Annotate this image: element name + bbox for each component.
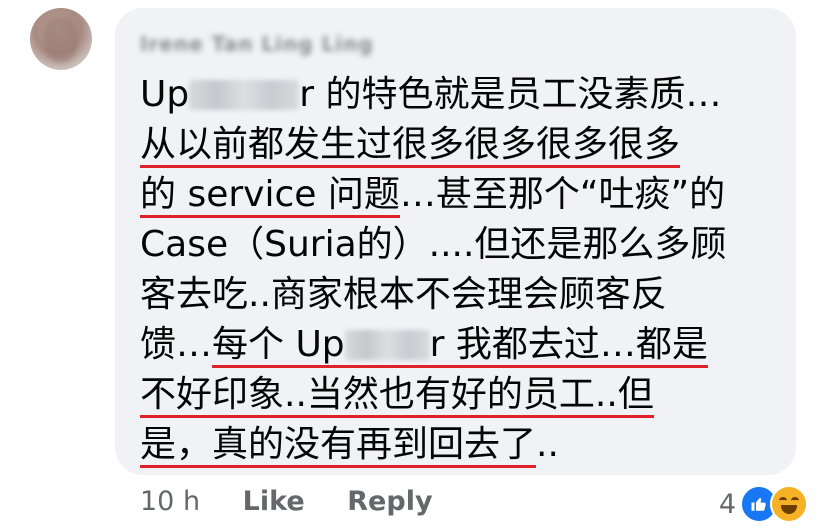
redacted-name bbox=[189, 80, 300, 110]
text-fragment: …甚至那个“吐痰”的 bbox=[399, 174, 726, 215]
text-fragment: r 我都去过…都是 bbox=[429, 324, 708, 365]
comment-actions: 10 h Like Reply bbox=[140, 486, 467, 526]
comment-line: 是，真的没有再到回去了.. bbox=[140, 420, 790, 470]
comment-line: 不好印象..当然也有好的员工..但 bbox=[140, 370, 790, 420]
text-fragment: Up bbox=[140, 74, 190, 115]
thumbs-up-icon bbox=[751, 498, 766, 511]
reply-button[interactable]: Reply bbox=[347, 486, 432, 517]
like-button[interactable]: Like bbox=[243, 486, 305, 517]
comment-line: 从以前都发生过很多很多很多很多 bbox=[140, 120, 790, 170]
comment-author[interactable]: Irene Tan Ling Ling bbox=[140, 32, 440, 58]
haha-icon bbox=[770, 485, 808, 523]
text-fragment: 每个 Up bbox=[212, 324, 345, 365]
comment-text: Up r 的特色就是员工没素质… 从以前都发生过很多很多很多很多 的 servic… bbox=[140, 70, 790, 470]
comment-line: Up r 的特色就是员工没素质… bbox=[140, 70, 790, 120]
text-fragment: 馈… bbox=[140, 324, 213, 365]
comment-line: 的 service 问题…甚至那个“吐痰”的 bbox=[140, 170, 790, 220]
text-fragment: 客去吃..商家根本不会理会顾客反 bbox=[140, 274, 667, 315]
commenter-avatar[interactable] bbox=[30, 8, 92, 70]
haha-eye bbox=[791, 497, 799, 504]
underlined-text: 每个 Up r 我都去过…都是 bbox=[212, 324, 708, 368]
underlined-text: 是，真的没有再到回去了 bbox=[140, 424, 537, 468]
underlined-text: 的 service 问题 bbox=[140, 174, 400, 218]
timestamp-link[interactable]: 10 h bbox=[140, 486, 200, 517]
comment-line: 客去吃..商家根本不会理会顾客反 bbox=[140, 270, 790, 320]
comment-line: Case（Suria的）....但还是那么多顾 bbox=[140, 220, 790, 270]
comment-line: 馈…每个 Up r 我都去过…都是 bbox=[140, 320, 790, 370]
haha-mouth bbox=[781, 505, 797, 514]
text-fragment: Case（Suria的）....但还是那么多顾 bbox=[140, 224, 727, 265]
reaction-count[interactable]: 4 bbox=[719, 489, 736, 520]
underlined-text: 从以前都发生过很多很多很多很多 bbox=[140, 124, 681, 168]
text-fragment: r 的特色就是员工没素质… bbox=[299, 74, 722, 115]
underlined-text: 不好印象..当然也有好的员工..但 bbox=[140, 374, 654, 418]
haha-eye bbox=[779, 497, 787, 504]
author-name[interactable]: Irene Tan Ling Ling bbox=[140, 32, 374, 56]
reactions-summary[interactable]: 4 bbox=[719, 484, 808, 524]
redacted-name bbox=[344, 330, 430, 360]
text-fragment: .. bbox=[536, 424, 559, 465]
